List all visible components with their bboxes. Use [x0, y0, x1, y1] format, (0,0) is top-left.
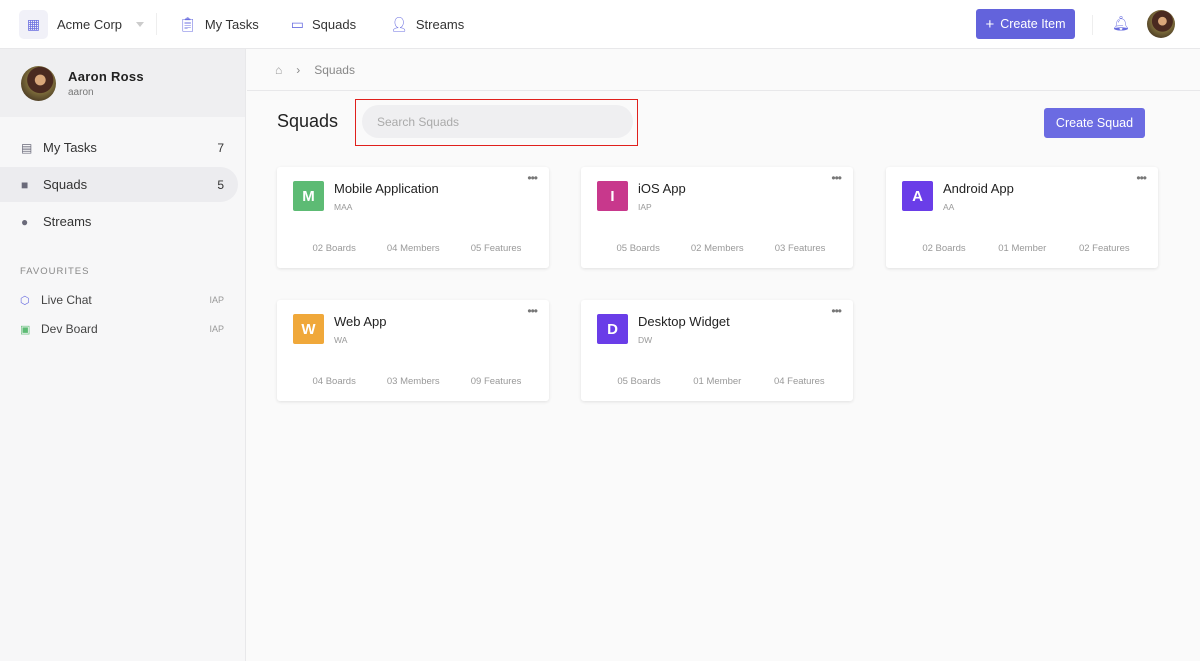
squad-card[interactable]: I iOS App IAP ••• 05 Boards 02 Members 03 … [581, 167, 853, 268]
cube-icon: ⬡ [20, 294, 30, 307]
label: Streams [43, 214, 92, 229]
members-count: 04 Members [386, 243, 440, 254]
label: Squads [43, 177, 88, 192]
members-count: 01 Member [693, 376, 742, 387]
nav-squads[interactable]: ▭ Squads [291, 16, 356, 33]
squad-name[interactable]: Web App [334, 314, 387, 329]
squad-card[interactable]: M Mobile Application MAA ••• 02 Boards 04… [277, 167, 549, 268]
squad-card[interactable]: A Android App AA ••• 02 Boards 01 Member 0… [886, 167, 1158, 268]
squad-name[interactable]: Desktop Widget [638, 314, 730, 329]
user-name: Aaron Ross [68, 68, 144, 84]
squad-badge: D [597, 314, 628, 344]
sidebar: Aaron Ross aaron ▤ My Tasks 7 ■ Squads 5 ● Str… [0, 49, 246, 661]
boards-count: 02 Boards [312, 243, 356, 254]
features-count: 05 Features [470, 243, 522, 254]
squad-code: AA [943, 202, 955, 212]
sidebar-item-my-tasks[interactable]: ▤ My Tasks 7 [0, 130, 238, 165]
briefcase-icon: ▭ [290, 15, 304, 32]
more-options-icon[interactable]: ••• [527, 304, 538, 318]
squad-name[interactable]: Android App [943, 181, 1014, 196]
search-highlight [355, 99, 638, 146]
plus-icon: + [985, 15, 995, 33]
streams-icon: 👤︎ [390, 15, 408, 32]
home-icon[interactable]: ⌂ [275, 63, 282, 77]
features-count: 02 Features [1078, 243, 1130, 254]
favourite-live-chat[interactable]: ⬡ Live Chat IAP [20, 293, 224, 307]
squad-badge: A [902, 181, 933, 211]
boards-count: 05 Boards [616, 243, 660, 254]
features-count: 03 Features [774, 243, 826, 254]
features-count: 04 Features [773, 376, 825, 387]
more-options-icon[interactable]: ••• [831, 304, 842, 318]
chevron-right-icon: › [296, 62, 301, 77]
count: 5 [217, 177, 224, 192]
label: My Tasks [43, 140, 97, 155]
label: Live Chat [41, 293, 92, 307]
user-handle: aaron [68, 86, 94, 98]
create-item-button[interactable]: + Create Item [976, 9, 1075, 39]
squad-badge: M [293, 181, 324, 211]
boards-count: 05 Boards [617, 376, 661, 387]
more-options-icon[interactable]: ••• [527, 171, 538, 185]
squad-badge: W [293, 314, 324, 344]
sidebar-item-streams[interactable]: ● Streams [0, 204, 238, 239]
squad-card[interactable]: D Desktop Widget DW ••• 05 Boards 01 Memb… [581, 300, 853, 401]
search-input[interactable] [362, 105, 633, 138]
more-options-icon[interactable]: ••• [831, 171, 842, 185]
label: Dev Board [41, 322, 98, 336]
members-count: 03 Members [386, 376, 440, 387]
nav-streams[interactable]: 👤︎ Streams [390, 16, 464, 33]
boards-count: 02 Boards [922, 243, 966, 254]
briefcase-icon: ■ [21, 177, 29, 192]
nav-label: Streams [415, 16, 465, 32]
avatar [21, 65, 56, 101]
nav-my-tasks[interactable]: 📋︎ My Tasks [179, 16, 259, 33]
squad-card[interactable]: W Web App WA ••• 04 Boards 03 Members 09 F… [277, 300, 549, 401]
sidebar-item-squads[interactable]: ■ Squads 5 [0, 167, 238, 202]
chevron-down-icon[interactable] [136, 21, 145, 27]
bell-icon[interactable]: 🔔︎ [1112, 15, 1130, 32]
clipboard-icon: ▤ [21, 140, 33, 155]
tag: IAP [209, 324, 224, 334]
breadcrumb-current: Squads [314, 62, 355, 77]
org-switcher[interactable]: Acme Corp [57, 17, 122, 32]
boards-count: 04 Boards [312, 376, 356, 387]
nav-label: My Tasks [204, 16, 259, 32]
create-squad-button[interactable]: Create Squad [1044, 108, 1145, 138]
features-count: 09 Features [470, 376, 522, 387]
squad-name[interactable]: Mobile Application [334, 181, 439, 196]
squad-code: DW [638, 335, 653, 345]
button-label: Create Item [1000, 17, 1066, 31]
page-title: Squads [277, 111, 339, 131]
squad-badge: I [597, 181, 628, 211]
nav-label: Squads [311, 16, 357, 32]
divider [156, 13, 158, 35]
building-icon[interactable]: ▦ [19, 9, 48, 39]
squad-code: MAA [334, 202, 353, 212]
tag: IAP [209, 295, 224, 305]
breadcrumb: ⌂ › Squads [247, 49, 1200, 91]
favourite-dev-board[interactable]: ▣ Dev Board IAP [20, 322, 224, 336]
members-count: 02 Members [690, 243, 744, 254]
top-bar: ▦ Acme Corp 📋︎ My Tasks ▭ Squads 👤︎ Streams… [0, 0, 1200, 49]
user-profile[interactable]: Aaron Ross aaron [0, 49, 245, 117]
divider [1092, 15, 1093, 35]
more-options-icon[interactable]: ••• [1136, 171, 1147, 185]
members-count: 01 Member [998, 243, 1047, 254]
avatar[interactable] [1147, 10, 1175, 38]
squad-code: IAP [638, 202, 652, 212]
streams-icon: ● [21, 214, 29, 229]
squad-code: WA [334, 335, 348, 345]
favourites-heading: FAVOURITES [20, 266, 90, 277]
clipboard-icon: 📋︎ [179, 15, 197, 32]
squad-name[interactable]: iOS App [638, 181, 686, 196]
board-icon: ▣ [20, 323, 31, 336]
count: 7 [217, 140, 224, 155]
